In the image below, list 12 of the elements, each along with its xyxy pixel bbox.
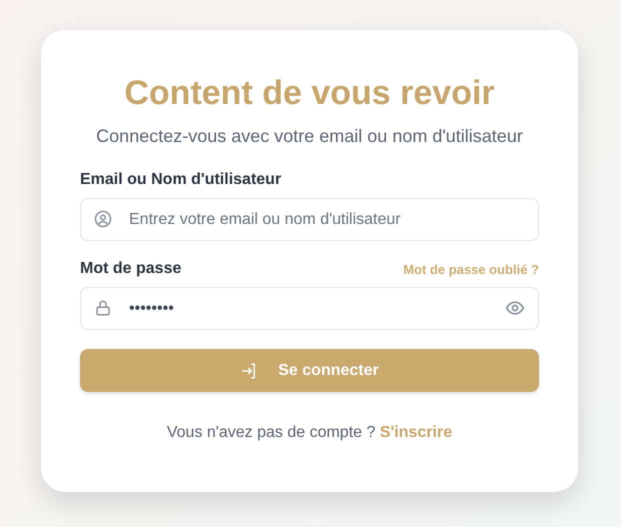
password-field[interactable]: •••••••• — [80, 287, 539, 330]
user-icon — [94, 210, 112, 228]
username-field[interactable]: Entrez votre email ou nom d'utilisateur — [80, 198, 539, 241]
login-button[interactable]: Se connecter — [80, 349, 539, 392]
signup-link[interactable]: S'inscrire — [380, 424, 452, 441]
page-title: Content de vous revoir — [124, 73, 495, 114]
field-label: Mot de passe — [80, 259, 182, 279]
lock-icon — [94, 299, 112, 317]
forgot-password-link[interactable]: Mot de passe oublié ? — [403, 261, 539, 279]
field-label: Email ou Nom d'utilisateur — [80, 170, 282, 190]
subtitle: Connectez-vous avec votre email ou nom d'utilisateur — [96, 125, 523, 148]
signup-prompt: Vous n'avez pas de compte ? S'inscrire — [166, 423, 452, 443]
